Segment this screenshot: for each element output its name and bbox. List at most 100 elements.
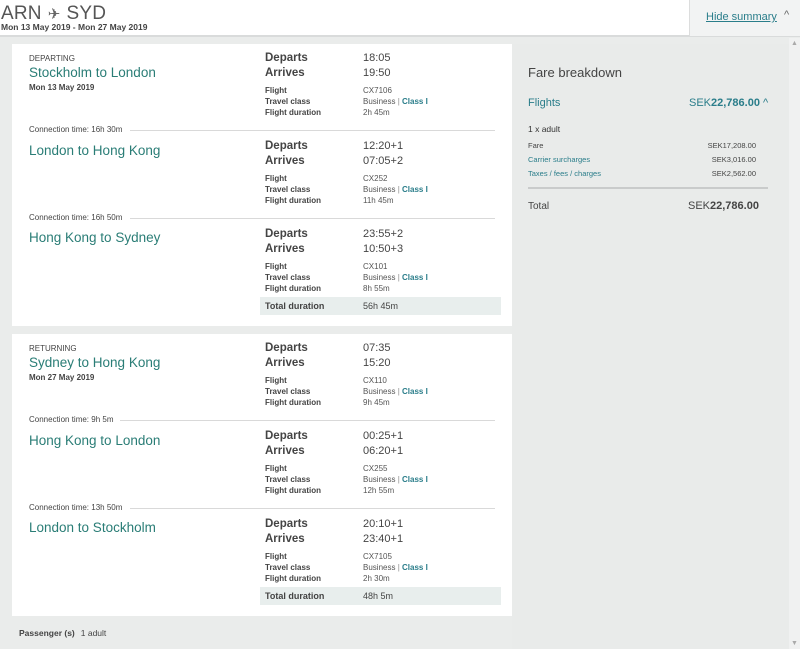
departs-label: Departs [265, 52, 308, 64]
connection-time: Connection time: 9h 5m [29, 415, 114, 424]
booking-class-link[interactable]: Class I [402, 185, 428, 194]
fare-divider [528, 187, 768, 189]
scroll-down-icon[interactable]: ▼ [791, 640, 798, 647]
flight-label: Flight [265, 174, 287, 183]
amount: 22,786.00 [710, 200, 759, 212]
arrives-label: Arrives [265, 155, 305, 167]
flight-label: Flight [265, 464, 287, 473]
cabin: Business [363, 563, 396, 572]
flight-duration: 8h 55m [363, 284, 390, 293]
amount: 22,786.00 [711, 97, 760, 109]
flight-number: CX252 [363, 174, 388, 183]
total-duration-value: 56h 45m [363, 301, 399, 311]
hide-summary-link[interactable]: Hide summary [706, 11, 777, 23]
arrives-label: Arrives [265, 67, 305, 79]
total-duration-value: 48h 5m [363, 591, 394, 601]
chevron-up-icon[interactable]: ^ [784, 9, 789, 21]
segment-date: Mon 27 May 2019 [29, 373, 95, 382]
outbound-itinerary: DEPARTING Stockholm to London Mon 13 May… [12, 44, 512, 326]
destination-code: SYD [66, 3, 107, 24]
carrier-surcharges-link[interactable]: Carrier surcharges [528, 155, 590, 164]
flight-label: Flight [265, 376, 287, 385]
booking-class-link[interactable]: Class I [402, 387, 428, 396]
departs-label: Departs [265, 228, 308, 240]
travel-class-label: Travel class [265, 387, 311, 396]
flight-number: CX101 [363, 262, 388, 271]
flight-number: CX255 [363, 464, 388, 473]
arrives-label: Arrives [265, 243, 305, 255]
cabin: Business [363, 387, 396, 396]
connection-divider [130, 218, 495, 219]
flight-duration-label: Flight duration [265, 398, 321, 407]
booking-class-link[interactable]: Class I [402, 475, 428, 484]
trip-dates: Mon 13 May 2019 - Mon 27 May 2019 [1, 22, 148, 32]
arrives-time: 06:20+1 [363, 445, 404, 457]
fare-row: Carrier surcharges SEK3,016.00 [528, 155, 756, 164]
flight-duration-label: Flight duration [265, 284, 321, 293]
travel-class-label: Travel class [265, 97, 311, 106]
taxes-fees-link[interactable]: Taxes / fees / charges [528, 169, 601, 178]
flights-amount[interactable]: SEK22,786.00 ^ [689, 97, 768, 109]
segment-title: Stockholm to London [29, 65, 156, 80]
cabin: Business [363, 475, 396, 484]
total-duration-label: Total duration [265, 591, 325, 601]
direction-label: RETURNING [29, 344, 77, 353]
flights-toggle[interactable]: Flights [528, 97, 560, 109]
segment-title: Hong Kong to London [29, 433, 161, 448]
arrives-time: 23:40+1 [363, 533, 404, 545]
plane-icon: ✈ [47, 6, 61, 23]
travel-class-label: Travel class [265, 475, 311, 484]
departs-time: 18:05 [363, 52, 391, 64]
segment-date: Mon 13 May 2019 [29, 83, 95, 92]
segment-title: London to Hong Kong [29, 143, 161, 158]
chevron-up-icon[interactable]: ^ [763, 97, 768, 109]
fare-row-label: Fare [528, 141, 544, 150]
departs-label: Departs [265, 140, 308, 152]
trip-header: ARN ✈ SYD Mon 13 May 2019 - Mon 27 May 201… [0, 0, 800, 37]
fare-row-value: SEK3,016.00 [711, 155, 756, 164]
departs-time: 23:55+2 [363, 228, 404, 240]
total-label: Total [528, 201, 550, 212]
travel-class-label: Travel class [265, 563, 311, 572]
passenger-value: 1 adult [80, 628, 107, 638]
arrives-time: 19:50 [363, 67, 391, 79]
total-duration-row: Total duration 48h 5m [260, 587, 501, 605]
cabin: Business [363, 185, 396, 194]
travel-class-label: Travel class [265, 273, 311, 282]
flight-label: Flight [265, 86, 287, 95]
origin-code: ARN [1, 3, 42, 24]
connection-time: Connection time: 16h 50m [29, 213, 123, 222]
flight-number: CX7106 [363, 86, 392, 95]
travel-class-value: Business | Class I [363, 475, 428, 484]
departs-time: 20:10+1 [363, 518, 404, 530]
arrives-time: 10:50+3 [363, 243, 404, 255]
arrives-label: Arrives [265, 445, 305, 457]
cabin: Business [363, 273, 396, 282]
direction-label: DEPARTING [29, 54, 75, 63]
total-duration-label: Total duration [265, 301, 325, 311]
connection-divider [120, 420, 495, 421]
fare-breakdown-title: Fare breakdown [528, 65, 622, 80]
travel-class-value: Business | Class I [363, 185, 428, 194]
scrollbar[interactable]: ▲ ▼ [789, 38, 800, 649]
connection-time: Connection time: 16h 30m [29, 125, 123, 134]
segment-title: Hong Kong to Sydney [29, 230, 161, 245]
departs-label: Departs [265, 430, 308, 442]
flight-duration-label: Flight duration [265, 108, 321, 117]
travel-class-value: Business | Class I [363, 387, 428, 396]
arrives-label: Arrives [265, 357, 305, 369]
departs-time: 00:25+1 [363, 430, 404, 442]
currency: SEK [689, 97, 712, 109]
departs-label: Departs [265, 342, 308, 354]
total-amount: SEK22,786.00 [688, 200, 759, 212]
booking-class-link[interactable]: Class I [402, 563, 428, 572]
departs-time: 07:35 [363, 342, 391, 354]
connection-time: Connection time: 13h 50m [29, 503, 123, 512]
scroll-up-icon[interactable]: ▲ [791, 40, 798, 47]
flight-duration: 12h 55m [363, 486, 395, 495]
travel-class-label: Travel class [265, 185, 311, 194]
fare-breakdown-panel: Fare breakdown Flights SEK22,786.00 ^ 1 … [512, 44, 789, 649]
booking-class-link[interactable]: Class I [402, 97, 428, 106]
flight-number: CX110 [363, 376, 387, 385]
booking-class-link[interactable]: Class I [402, 273, 428, 282]
